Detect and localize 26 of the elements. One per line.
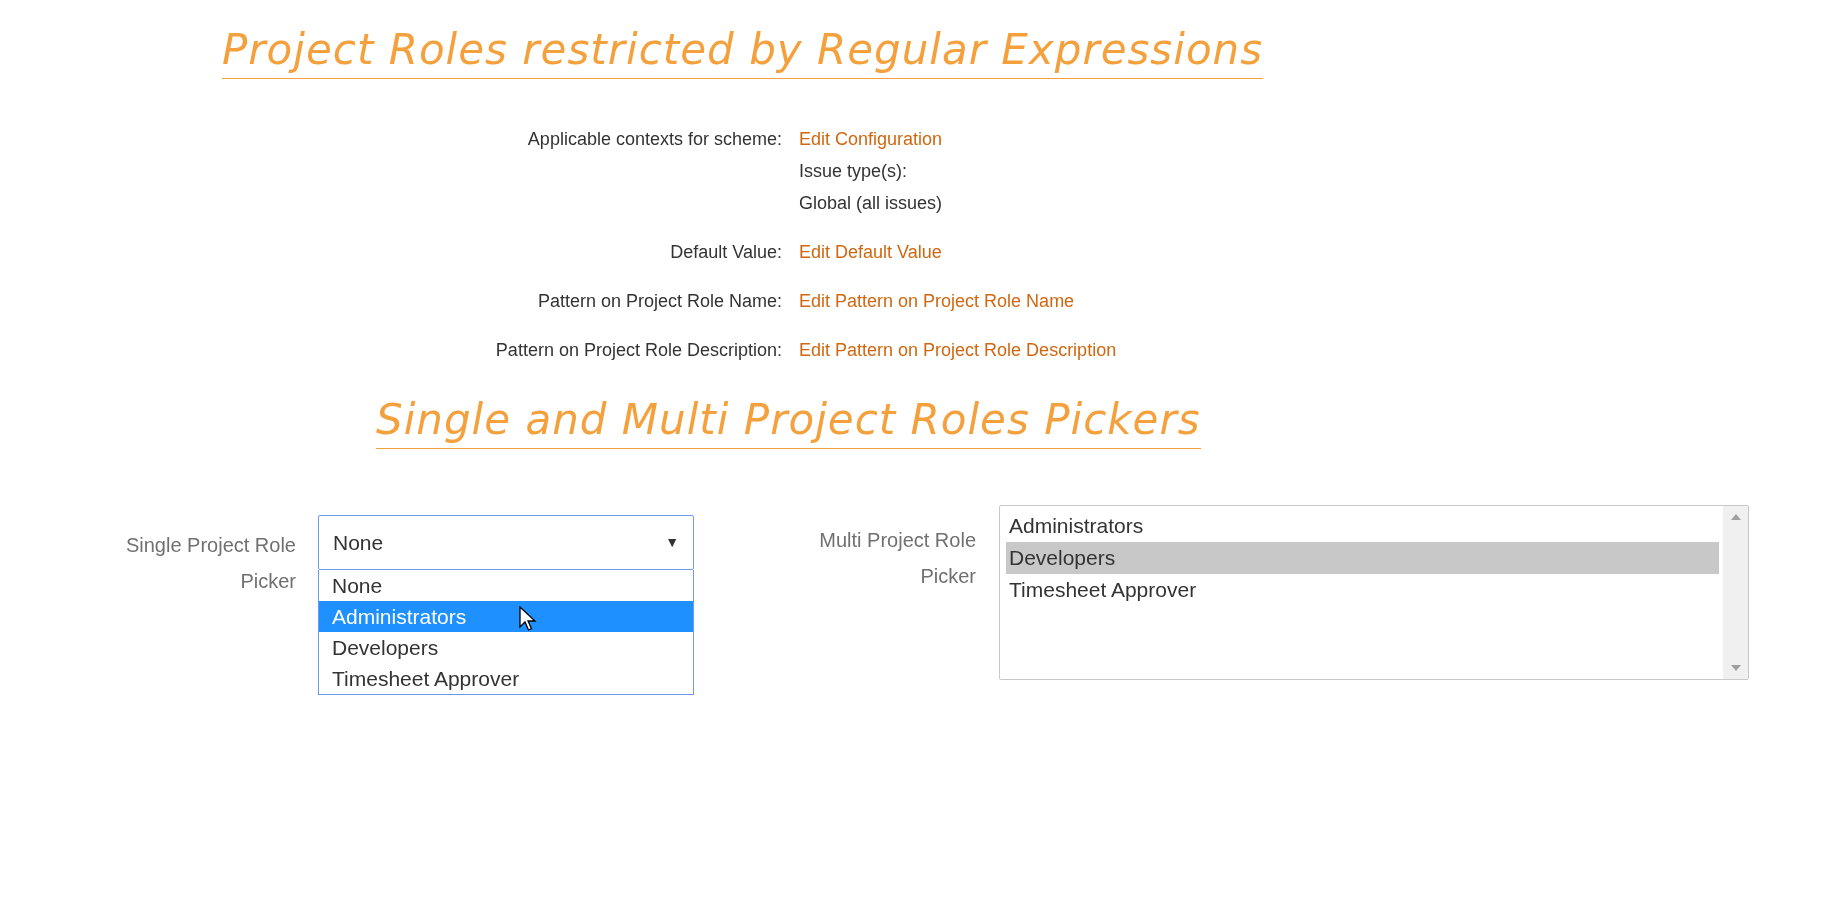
edit-link[interactable]: Edit Pattern on Project Role Name: [799, 285, 1075, 317]
list-option[interactable]: Administrators: [1006, 510, 1719, 542]
context-text: Issue type(s):: [799, 160, 908, 183]
context-text: Global (all issues): [799, 192, 943, 215]
dropdown-option[interactable]: Timesheet Approver: [319, 663, 693, 694]
edit-link[interactable]: Edit Configuration: [799, 123, 943, 155]
field-label: Pattern on Project Role Name:: [536, 290, 782, 313]
scroll-up-icon[interactable]: [1730, 514, 1741, 520]
edit-link[interactable]: Edit Pattern on Project Role Description: [799, 334, 1117, 366]
field-label: Multi Project Role Picker: [818, 528, 976, 589]
select-field[interactable]: None ▼: [318, 515, 694, 570]
multi-select-list[interactable]: Administrators Developers Timesheet Approver: [999, 505, 1749, 680]
field-label: Single Project Role Picker: [124, 533, 296, 594]
dropdown-option[interactable]: Developers: [319, 632, 693, 663]
section-heading: Project Roles restricted by Regular Expressions: [222, 22, 1264, 79]
field-label: Default Value:: [669, 241, 782, 264]
field-label: Applicable contexts for scheme:: [526, 128, 782, 151]
edit-link[interactable]: Edit Default Value: [799, 236, 942, 268]
section-heading: Single and Multi Project Roles Pickers: [376, 392, 1201, 449]
list-option[interactable]: Developers: [1006, 542, 1719, 574]
scrollbar[interactable]: [1723, 506, 1748, 679]
field-label: Pattern on Project Role Description:: [494, 339, 782, 362]
scroll-down-icon[interactable]: [1730, 665, 1741, 671]
mouse-pointer-icon: [519, 606, 537, 632]
dropdown-option[interactable]: None: [319, 570, 693, 601]
list-option[interactable]: Timesheet Approver: [1006, 574, 1719, 606]
